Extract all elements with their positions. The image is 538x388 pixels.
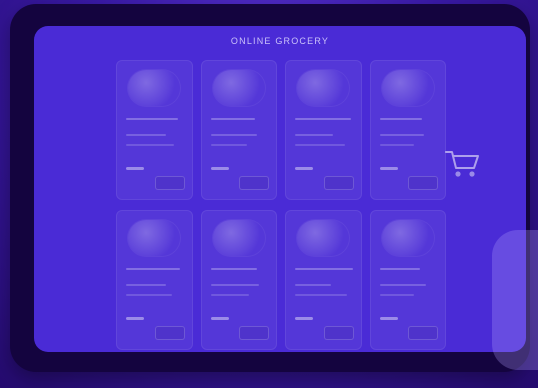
product-image [212, 70, 265, 106]
product-price [210, 317, 229, 320]
product-card[interactable] [200, 210, 277, 350]
product-detail-line [126, 144, 174, 146]
product-detail-line [126, 294, 172, 296]
add-to-cart-button[interactable] [408, 326, 438, 340]
tablet-device: ONLINE GROCERY [10, 4, 530, 372]
product-image [297, 220, 349, 256]
product-image [128, 70, 180, 106]
product-card[interactable] [285, 210, 362, 350]
product-name-line [379, 118, 422, 120]
shopping-cart-icon [445, 151, 479, 177]
add-to-cart-button[interactable] [408, 176, 438, 190]
product-detail-line [295, 144, 345, 146]
product-image [381, 70, 434, 106]
product-image [297, 70, 349, 106]
product-card[interactable] [285, 60, 362, 200]
product-detail-line [379, 134, 424, 136]
add-to-cart-button[interactable] [239, 326, 269, 340]
product-detail-line [210, 134, 257, 136]
page-title: ONLINE GROCERY [230, 36, 330, 46]
product-name-line [295, 268, 353, 270]
product-card[interactable] [369, 210, 446, 350]
add-to-cart-button[interactable] [323, 176, 354, 190]
product-detail-line [379, 284, 426, 286]
product-price [210, 167, 229, 170]
product-name-line [295, 118, 351, 120]
product-price [295, 317, 313, 320]
product-price [126, 317, 144, 320]
add-to-cart-button[interactable] [323, 326, 354, 340]
product-detail-line [210, 284, 259, 286]
product-name-line [210, 118, 255, 120]
product-price [379, 317, 398, 320]
product-detail-line [295, 284, 331, 286]
product-grid [116, 60, 446, 350]
product-detail-line [210, 294, 249, 296]
product-image [381, 220, 434, 256]
product-detail-line [295, 134, 333, 136]
hand-holding-tablet [492, 230, 538, 370]
product-price [295, 167, 313, 170]
product-image [128, 220, 180, 256]
product-card[interactable] [200, 60, 277, 200]
add-to-cart-button[interactable] [239, 176, 269, 190]
add-to-cart-button[interactable] [154, 176, 185, 190]
product-detail-line [379, 144, 414, 146]
product-name-line [126, 118, 178, 120]
product-image [212, 220, 265, 256]
product-card[interactable] [116, 60, 193, 200]
product-price [126, 167, 144, 170]
product-name-line [126, 268, 180, 270]
tablet-screen: ONLINE GROCERY [34, 26, 526, 352]
product-detail-line [379, 294, 414, 296]
product-card[interactable] [369, 60, 446, 200]
product-detail-line [126, 284, 166, 286]
product-card[interactable] [116, 210, 193, 350]
shopping-cart-icon[interactable] [442, 146, 482, 180]
product-detail-line [126, 134, 166, 136]
product-name-line [379, 268, 420, 270]
product-detail-line [295, 294, 347, 296]
product-detail-line [210, 144, 247, 146]
product-price [379, 167, 398, 170]
add-to-cart-button[interactable] [154, 326, 185, 340]
product-name-line [210, 268, 257, 270]
